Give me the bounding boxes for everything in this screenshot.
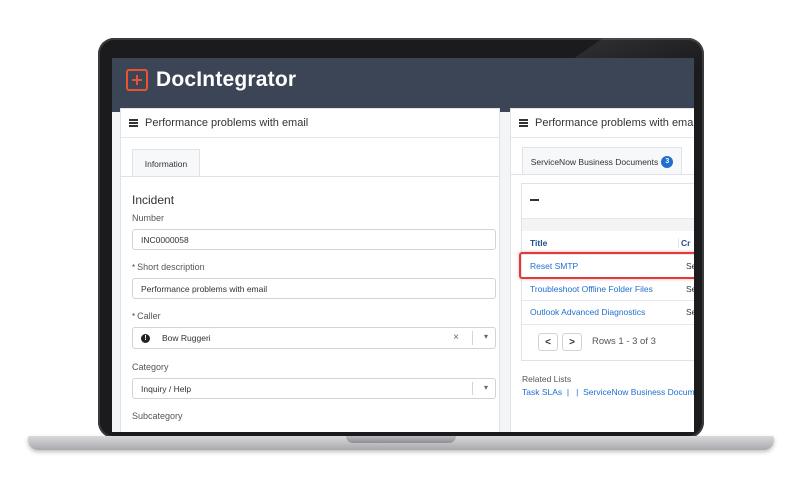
form-panel-header: Performance problems with email [121,109,499,138]
caller-label: * Caller [132,311,161,321]
table-row[interactable]: Outlook Advanced Diagnostics Se [522,300,694,323]
tab-servicenow-business-documents[interactable]: ServiceNow Business Documents 3 [522,147,682,175]
required-mark: * [132,263,136,272]
chevron-down-icon[interactable]: ▾ [484,383,488,392]
documents-list: Title Cr Reset SMTP Se Troubleshoot Offl… [519,183,694,361]
pagination-summary: Rows 1 - 3 of 3 [592,336,656,347]
form-panel-title: Performance problems with email [145,117,309,129]
app-header: DocIntegrator [112,58,694,112]
chevron-down-icon[interactable]: ▾ [484,332,488,341]
menu-icon[interactable] [519,119,528,127]
related-lists-label: Related Lists [522,374,572,384]
number-label: Number [132,213,165,223]
docs-tab-label: ServiceNow Business Documents [530,156,659,167]
subcategory-label: Subcategory [132,411,183,421]
required-mark: * [132,312,136,321]
table-header: Title Cr [522,232,694,254]
category-select[interactable]: Inquiry / Help ▾ [132,378,496,399]
short-description-label: * Short description [132,262,205,272]
short-description-value: Performance problems with email [141,283,268,294]
number-field[interactable]: INC0000058 [132,229,496,250]
document-title-link[interactable]: Outlook Advanced Diagnostics [530,307,678,317]
laptop-notch [346,436,456,443]
pagination-divider [522,324,694,325]
category-value: Inquiry / Help [141,383,192,394]
column-created[interactable]: Cr [678,238,690,248]
number-value: INC0000058 [141,234,189,245]
next-page-button[interactable]: > [562,333,582,351]
clear-icon[interactable]: × [453,332,459,343]
documents-panel: Performance problems with email ServiceN… [510,108,694,432]
caller-label-text: Caller [137,311,161,321]
document-created: Se [686,284,694,294]
short-description-label-text: Short description [137,262,205,272]
field-divider [472,382,473,395]
docs-panel-header: Performance problems with email [511,109,694,138]
caller-value: Bow Ruggeri [162,333,211,343]
related-lists-links[interactable]: Task SLAs | | ServiceNow Business Docum [522,387,694,397]
list-toolbar-strip [522,218,694,231]
app-screen: DocIntegrator Performance problems with … [112,58,694,432]
tab-divider [121,176,499,177]
row-highlight [519,252,694,279]
section-title: Incident [132,193,175,207]
caller-field[interactable]: ! Bow Ruggeri × ▾ [132,327,496,349]
category-label: Category [132,362,169,372]
column-title[interactable]: Title [522,238,678,248]
brand-name: DocIntegrator [156,68,297,91]
document-created: Se [686,307,694,317]
previous-page-button[interactable]: < [538,333,558,351]
info-icon[interactable]: ! [141,333,150,343]
short-description-field[interactable]: Performance problems with email [132,278,496,299]
incident-form-panel: Performance problems with email Informat… [120,108,500,432]
docs-panel-title: Performance problems with email [535,117,694,129]
docintegrator-logo-icon [126,69,148,91]
menu-icon[interactable] [129,119,138,127]
tab-information[interactable]: Information [132,149,200,177]
table-row[interactable]: Troubleshoot Offline Folder Files Se [522,277,694,300]
document-count-badge: 3 [661,155,674,168]
field-divider [472,331,473,345]
document-title-link[interactable]: Troubleshoot Offline Folder Files [530,284,678,294]
tab-divider [511,174,694,175]
